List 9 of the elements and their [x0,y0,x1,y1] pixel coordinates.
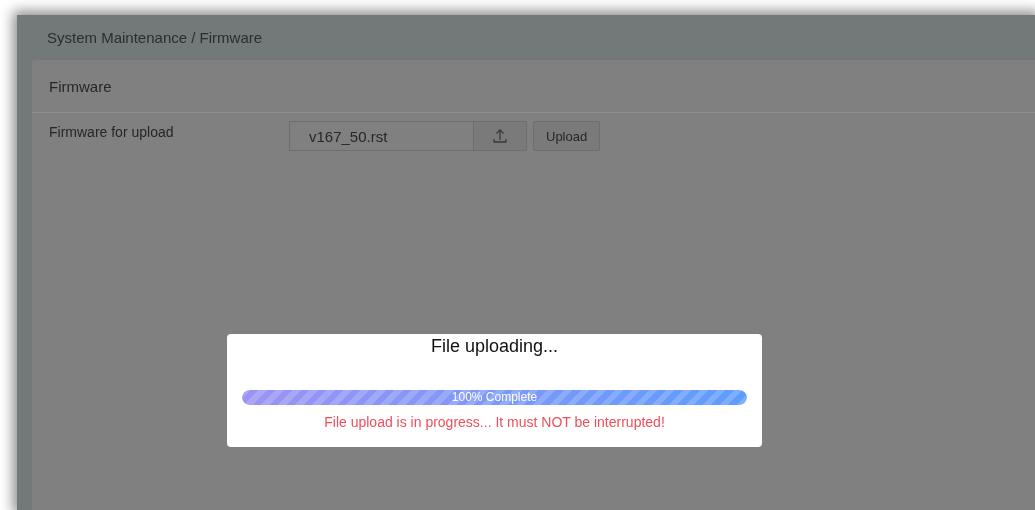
upload-icon[interactable] [473,121,527,151]
dialog-title: File uploading... [430,336,559,357]
field-label: Firmware for upload [49,123,175,140]
panel-title: Firmware [32,60,1035,113]
warning-message: File upload is in progress... It must NOT be interrupted! [324,414,665,430]
breadcrumb: System Maintenance / Firmware [46,28,264,48]
upload-button[interactable]: Upload [533,121,601,151]
file-input-field[interactable]: v167_50.rst [289,121,473,151]
progress-label: 100% Complete [450,390,539,405]
